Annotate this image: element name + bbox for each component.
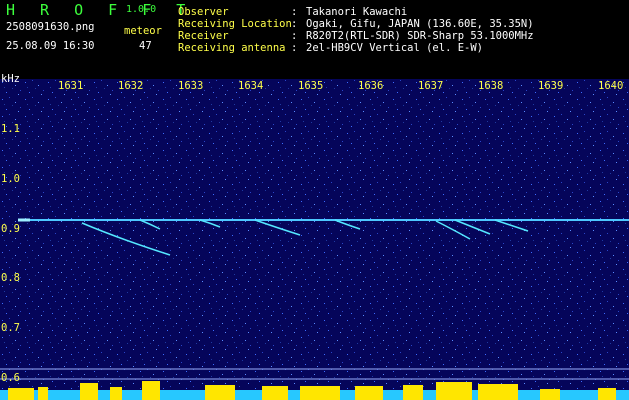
signal-bar: [80, 383, 98, 400]
location-value: Ogaki, Gifu, JAPAN (136.60E, 35.35N): [306, 18, 534, 30]
signal-bar: [540, 389, 560, 400]
file-name: 2508091630.png: [6, 21, 95, 33]
signal-bar: [478, 384, 518, 400]
x-tick: 1631: [58, 80, 84, 92]
receiver-value: R820T2(RTL-SDR) SDR-Sharp 53.1000MHz: [306, 30, 534, 42]
signal-bar: [436, 382, 472, 400]
signal-bar: [355, 386, 383, 400]
signal-bar: [598, 388, 616, 400]
x-tick: 1637: [418, 80, 444, 92]
signal-bar: [205, 385, 235, 400]
signal-bar: [8, 388, 34, 400]
receiver-label: Receiver: [178, 30, 229, 42]
antenna-label: Receiving antenna: [178, 42, 286, 54]
x-tick: 1639: [538, 80, 564, 92]
app-title: H R O F F T: [6, 1, 194, 19]
signal-bar: [300, 386, 340, 400]
receiver-colon: :: [291, 30, 298, 42]
observer-label: Observer: [178, 6, 229, 18]
observer-value: Takanori Kawachi: [306, 6, 408, 18]
y-tick: 1.0: [1, 173, 20, 185]
noise-background: [0, 79, 629, 400]
x-tick: 1632: [118, 80, 144, 92]
x-tick: 1640: [598, 80, 624, 92]
x-tick: 1634: [238, 80, 264, 92]
y-tick: 0.6: [1, 372, 20, 384]
y-tick: 0.7: [1, 322, 20, 334]
meteor-count: 47: [139, 40, 152, 52]
header-panel: H R O F F T 1.0.0 2508091630.png 25.08.0…: [0, 0, 629, 78]
x-tick: 1636: [358, 80, 384, 92]
x-tick: 1638: [478, 80, 504, 92]
x-tick: 1633: [178, 80, 204, 92]
observer-colon: :: [291, 6, 298, 18]
signal-bar: [262, 386, 288, 400]
y-axis-unit: kHz: [1, 73, 20, 85]
file-datetime: 25.08.09 16:30: [6, 40, 95, 52]
app-version: 1.0.0: [126, 4, 157, 15]
signal-bar: [403, 385, 423, 400]
signal-bar: [38, 387, 48, 400]
meteor-label: meteor: [124, 25, 162, 37]
y-tick: 0.9: [1, 223, 20, 235]
spectrogram: [0, 79, 629, 400]
antenna-value: 2el-HB9CV Vertical (el. E-W): [306, 42, 484, 54]
antenna-colon: :: [291, 42, 298, 54]
location-label: Receiving Location: [178, 18, 292, 30]
signal-bar: [110, 387, 122, 400]
y-tick: 0.8: [1, 272, 20, 284]
location-colon: :: [291, 18, 298, 30]
signal-bar: [142, 381, 160, 400]
y-tick: 1.1: [1, 123, 20, 135]
x-tick: 1635: [298, 80, 324, 92]
